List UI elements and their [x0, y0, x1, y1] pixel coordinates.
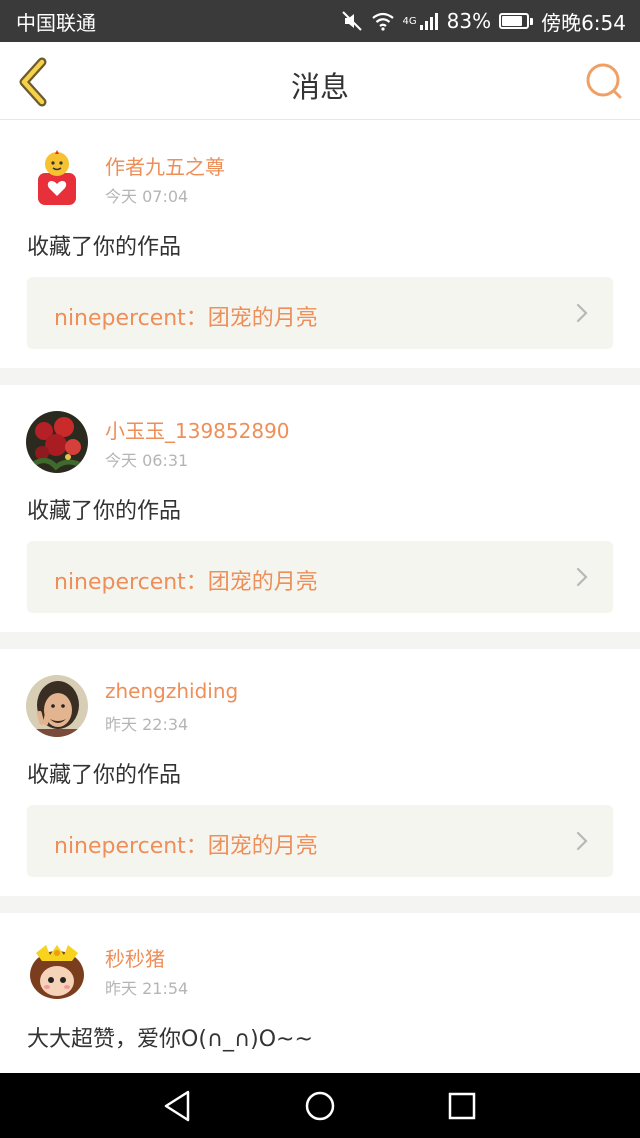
work-title: ninepercent：团宠的月亮: [54, 570, 318, 595]
roses-avatar: [26, 411, 88, 473]
timestamp: 今天 07:04: [105, 187, 189, 206]
cartoon-girl-avatar: [26, 939, 88, 1001]
message-text: 收藏了你的作品: [27, 763, 182, 788]
system-back-button[interactable]: [158, 1087, 198, 1125]
system-recents-button[interactable]: [442, 1087, 482, 1125]
battery-percent: 83%: [446, 9, 492, 33]
status-icons: 4G 83% 傍晚6:54: [341, 7, 626, 36]
page-title: 消息: [290, 70, 349, 104]
message-text: 收藏了你的作品: [27, 235, 182, 260]
message-card: zhengzhiding 昨天 22:34 收藏了你的作品 ninepercen…: [0, 649, 640, 896]
username[interactable]: 秒秒猪: [105, 943, 165, 972]
system-navigation-bar: [0, 1073, 640, 1138]
circle-home-icon: [305, 1091, 335, 1121]
chevron-right-icon: [576, 831, 588, 851]
avatar[interactable]: [26, 147, 88, 209]
avatar[interactable]: [26, 939, 88, 1001]
message-text: 大大超赞，爱你O(∩_∩)O~~: [27, 1027, 313, 1052]
timestamp: 昨天 22:34: [105, 715, 189, 734]
carrier-name: 中国联通: [16, 10, 96, 35]
battery-icon: [499, 13, 534, 29]
triangle-back-icon: [164, 1090, 190, 1122]
username[interactable]: zhengzhiding: [105, 679, 238, 703]
square-recents-icon: [448, 1092, 476, 1120]
message-text: 收藏了你的作品: [27, 499, 182, 524]
chevron-right-icon: [576, 567, 588, 587]
message-card: 小玉玉_139852890 今天 06:31 收藏了你的作品 nineperce…: [0, 385, 640, 632]
work-title: ninepercent：团宠的月亮: [54, 834, 318, 859]
gift-mascot-avatar: [38, 150, 76, 205]
signal-icon: [419, 13, 438, 30]
wifi-icon: [371, 12, 394, 31]
status-bar: 中国联通 4G 83% 傍晚6:54: [0, 0, 640, 42]
message-list[interactable]: 作者九五之尊 今天 07:04 收藏了你的作品 ninepercent：团宠的月…: [0, 121, 640, 1073]
timestamp: 昨天 21:54: [105, 979, 189, 998]
chevron-right-icon: [576, 303, 588, 323]
avatar[interactable]: [26, 411, 88, 473]
system-home-button[interactable]: [300, 1087, 340, 1125]
man-peace-sign-avatar: [26, 675, 88, 737]
timestamp: 今天 06:31: [105, 451, 189, 470]
mute-icon: [341, 11, 362, 31]
clock: 傍晚6:54: [541, 10, 626, 35]
work-link[interactable]: ninepercent：团宠的月亮: [27, 805, 613, 877]
search-icon: [586, 63, 622, 99]
username[interactable]: 作者九五之尊: [105, 151, 225, 180]
work-link[interactable]: ninepercent：团宠的月亮: [27, 541, 613, 613]
work-title: ninepercent：团宠的月亮: [54, 306, 318, 331]
username[interactable]: 小玉玉_139852890: [105, 415, 290, 444]
avatar[interactable]: [26, 675, 88, 737]
network-type: 4G: [402, 15, 417, 27]
message-card: 作者九五之尊 今天 07:04 收藏了你的作品 ninepercent：团宠的月…: [0, 121, 640, 368]
header: 消息: [0, 42, 640, 120]
search-button[interactable]: [584, 61, 624, 101]
message-card: 秒秒猪 昨天 21:54 大大超赞，爱你O(∩_∩)O~~: [0, 913, 640, 1073]
work-link[interactable]: ninepercent：团宠的月亮: [27, 277, 613, 349]
